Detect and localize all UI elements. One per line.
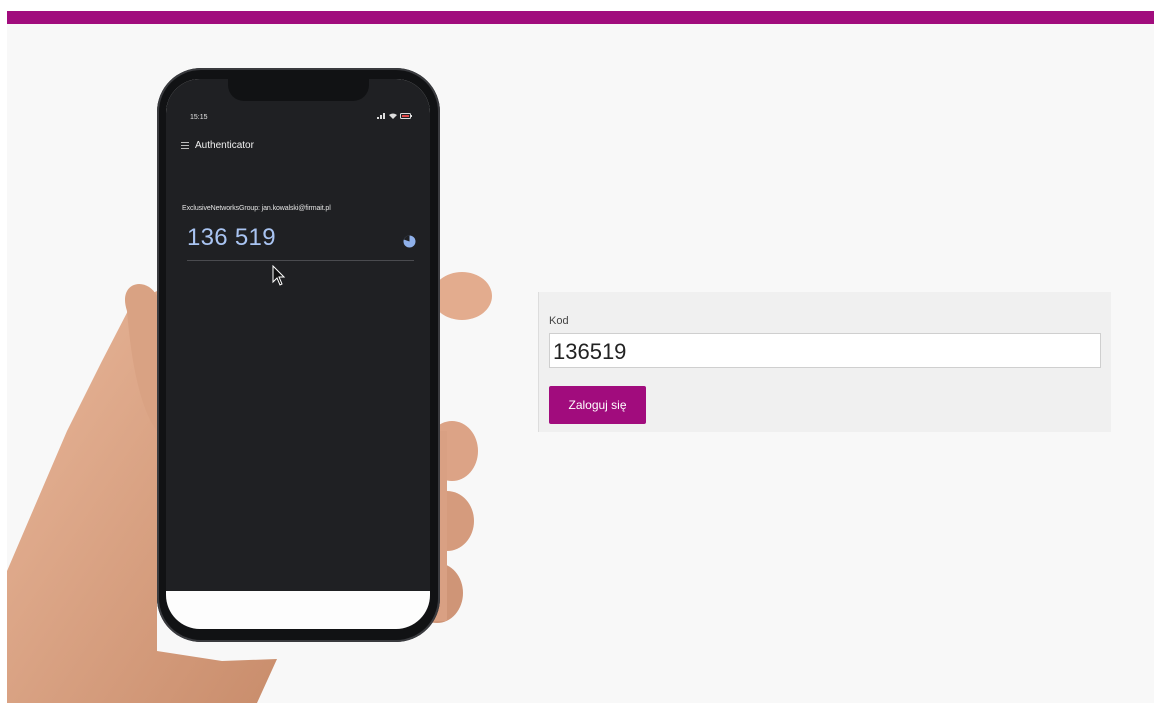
login-panel: Kod Zaloguj się [538,292,1111,432]
app-bar: Authenticator [181,140,254,151]
code-label: Kod [549,315,569,327]
mouse-pointer-icon [272,265,286,286]
login-button[interactable]: Zaloguj się [549,386,646,424]
hamburger-menu-icon[interactable] [181,142,189,149]
authenticator-app: 15:15 Authenticator ExclusiveNetworksGro… [166,79,430,591]
status-time: 15:15 [190,114,208,121]
status-icons [377,113,412,119]
account-label: ExclusiveNetworksGroup: jan.kowalski@fir… [182,205,331,212]
code-input[interactable] [549,333,1101,368]
phone-notch [228,79,369,101]
otp-code[interactable]: 136 519 [187,224,276,252]
signal-icon [377,113,385,119]
countdown-timer-icon [403,235,416,248]
wifi-icon [389,113,397,119]
phone-screen: 15:15 Authenticator ExclusiveNetworksGro… [166,79,430,629]
smartphone: 15:15 Authenticator ExclusiveNetworksGro… [157,68,440,642]
page-canvas: 15:15 Authenticator ExclusiveNetworksGro… [7,11,1154,703]
battery-icon [400,113,412,119]
otp-divider [187,260,414,261]
app-title: Authenticator [195,140,254,151]
